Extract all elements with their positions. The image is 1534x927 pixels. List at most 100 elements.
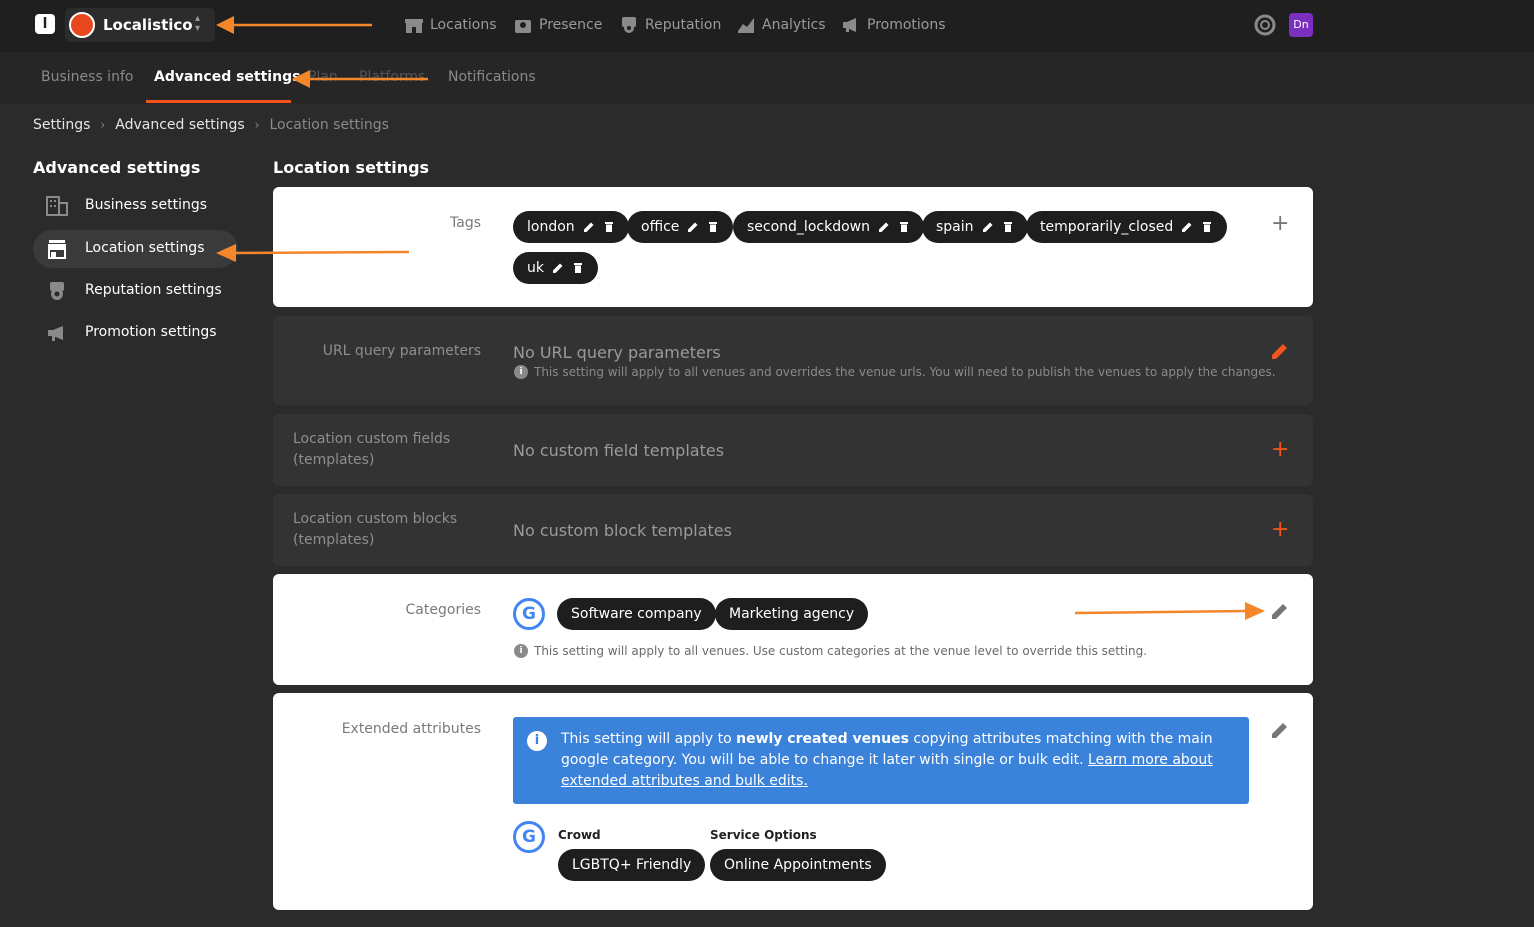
sidebar-item-reputation-settings[interactable]: Reputation settings (33, 272, 238, 310)
app-logo[interactable]: l (35, 14, 55, 34)
tab-notifications[interactable]: Notifications (448, 69, 536, 85)
custom-blocks-label: Location custom blocks (templates) (293, 509, 481, 551)
business-name: Localistico (103, 16, 193, 34)
custom-blocks-value: No custom block templates (513, 521, 732, 540)
category-name: Marketing agency (729, 606, 855, 622)
trash-icon[interactable] (707, 221, 719, 233)
note-text: This setting will apply to all venues an… (534, 365, 1276, 379)
label-line: (templates) (293, 452, 375, 468)
tag-chip[interactable]: uk (513, 252, 598, 284)
chevron-right-icon: › (254, 118, 260, 132)
attribute-chip: LGBTQ+ Friendly (558, 849, 706, 881)
nav-analytics[interactable]: Analytics (736, 14, 826, 36)
pencil-icon[interactable] (687, 221, 699, 233)
sidebar-item-label: Promotion settings (85, 324, 217, 340)
category-name: Software company (571, 606, 702, 622)
tab-advanced-settings[interactable]: Advanced settings (154, 69, 300, 85)
pencil-icon[interactable] (878, 221, 890, 233)
active-tab-indicator (146, 100, 291, 103)
sidebar-item-label: Business settings (85, 197, 208, 213)
tab-business-info[interactable]: Business info (41, 69, 133, 85)
tags-card: Tags london office second_lockdown spain… (273, 187, 1313, 307)
trash-icon[interactable] (603, 221, 615, 233)
sidebar-item-business-settings[interactable]: Business settings (33, 187, 238, 225)
breadcrumb-settings[interactable]: Settings (33, 117, 90, 133)
add-custom-field-button[interactable]: + (1271, 439, 1289, 461)
categories-label: Categories (405, 602, 481, 618)
edit-pencil-icon[interactable] (1271, 342, 1289, 360)
sidebar-title: Advanced settings (33, 158, 201, 177)
custom-blocks-card: Location custom blocks (templates) No cu… (273, 494, 1313, 566)
megaphone-icon (48, 326, 63, 341)
tag-chip[interactable]: spain (922, 211, 1028, 243)
url-params-note: i This setting will apply to all venues … (514, 365, 1276, 379)
nav-label: Promotions (867, 17, 946, 33)
tag-chip[interactable]: office (627, 211, 734, 243)
tag-chip[interactable]: second_lockdown (733, 211, 924, 243)
location-pin-icon (515, 20, 531, 33)
sidebar-item-location-settings[interactable]: Location settings (33, 230, 238, 268)
megaphone-icon (843, 18, 856, 32)
tags-label: Tags (450, 215, 481, 231)
trash-icon[interactable] (1201, 221, 1213, 233)
top-bar: l Localistico ▴ ▾ Locations Presence Repu… (0, 0, 1534, 52)
google-logo-icon: G (513, 821, 545, 853)
trash-icon[interactable] (898, 221, 910, 233)
nav-promotions[interactable]: Promotions (841, 14, 946, 36)
category-chip: Marketing agency (715, 598, 869, 630)
pencil-icon[interactable] (1181, 221, 1193, 233)
url-params-value: No URL query parameters (513, 343, 721, 362)
analytics-icon (738, 18, 754, 33)
tag-name: london (527, 219, 575, 235)
tag-name: temporarily_closed (1040, 219, 1174, 235)
help-lifebuoy-icon[interactable] (1254, 14, 1276, 36)
pencil-icon[interactable] (552, 262, 564, 274)
pencil-icon[interactable] (583, 221, 595, 233)
sidebar-item-promotion-settings[interactable]: Promotion settings (33, 314, 238, 352)
trash-icon[interactable] (1002, 221, 1014, 233)
tag-chip[interactable]: london (513, 211, 629, 243)
url-params-label: URL query parameters (322, 343, 481, 359)
pencil-icon[interactable] (982, 221, 994, 233)
business-avatar (69, 12, 95, 38)
add-tag-button[interactable]: + (1271, 213, 1289, 235)
edit-pencil-icon[interactable] (1271, 721, 1289, 739)
url-params-card: URL query parameters No URL query parame… (273, 316, 1313, 405)
edit-pencil-icon[interactable] (1271, 602, 1289, 620)
tag-chip[interactable]: temporarily_closed (1026, 211, 1228, 243)
label-line: (templates) (293, 532, 375, 548)
chevron-right-icon: › (100, 118, 106, 132)
categories-note: i This setting will apply to all venues.… (514, 644, 1147, 658)
business-switcher[interactable]: Localistico ▴ ▾ (65, 8, 215, 42)
tag-name: spain (936, 219, 974, 235)
banner-text: This setting will apply to (561, 731, 737, 747)
nav-locations[interactable]: Locations (404, 14, 497, 36)
breadcrumb: Settings › Advanced settings › Location … (33, 117, 389, 133)
sidebar-item-label: Location settings (85, 240, 205, 256)
nav-label: Locations (430, 17, 497, 33)
tag-name: second_lockdown (747, 219, 870, 235)
nav-label: Analytics (762, 17, 826, 33)
tab-platforms[interactable]: Platforms (359, 69, 425, 85)
building-grid-icon (46, 196, 68, 216)
info-icon: i (514, 365, 528, 379)
tag-name: office (641, 219, 680, 235)
note-text: This setting will apply to all venues. U… (534, 644, 1148, 658)
nav-reputation[interactable]: Reputation (619, 14, 721, 36)
trash-icon[interactable] (572, 262, 584, 274)
info-icon: i (514, 644, 528, 658)
reputation-icon (622, 17, 636, 33)
label-line: Location custom blocks (293, 511, 458, 527)
nav-presence[interactable]: Presence (513, 14, 602, 36)
breadcrumb-advanced-settings[interactable]: Advanced settings (115, 117, 244, 133)
tag-name: uk (527, 260, 544, 276)
banner-bold: newly created venues (736, 731, 909, 747)
reputation-icon (50, 282, 64, 300)
attribute-value: LGBTQ+ Friendly (572, 857, 692, 873)
attribute-group-title: Crowd (558, 828, 601, 842)
user-avatar[interactable]: Dn (1289, 13, 1313, 37)
tab-plan[interactable]: Plan (308, 69, 338, 85)
nav-label: Reputation (645, 17, 722, 33)
add-custom-block-button[interactable]: + (1271, 519, 1289, 541)
extended-attributes-label: Extended attributes (341, 721, 481, 737)
